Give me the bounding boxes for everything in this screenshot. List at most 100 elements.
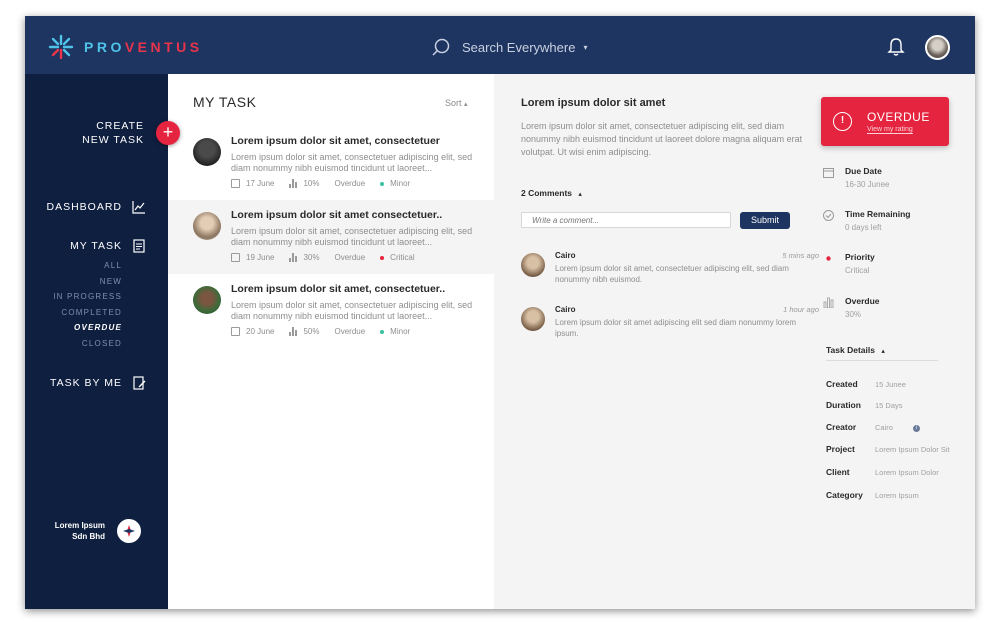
create-new-task-label[interactable]: CREATE NEW TASK [82, 119, 144, 147]
progress-icon [289, 253, 298, 262]
detail-key: Project [826, 444, 855, 454]
avatar [521, 307, 545, 331]
submit-button[interactable]: Submit [740, 212, 790, 229]
priority-value: Critical [845, 266, 870, 275]
sidebar-subitem-overdue[interactable]: OVERDUE [74, 323, 122, 332]
chevron-up-icon: ▴ [881, 348, 885, 355]
task-title: Lorem ipsum dolor sit amet consectetuer.… [231, 209, 443, 221]
priority-dot [380, 329, 385, 334]
detail-value: Lorem Ipsum Dolor [875, 468, 939, 477]
task-item[interactable]: Lorem ipsum dolor sit amet, consectetuer… [168, 126, 494, 200]
comments-count: 2 Comments [521, 188, 573, 198]
avatar [521, 253, 545, 277]
task-meta: 19 June 30% Overdue Critical [231, 253, 415, 262]
search-bar[interactable]: Search Everywhere ▾ [431, 37, 587, 57]
comments-toggle[interactable]: 2 Comments ▴ [521, 188, 582, 198]
sidebar-item-task-by-me[interactable]: TASK BY ME [50, 376, 146, 390]
task-title: Lorem ipsum dolor sit amet, consectetuer… [231, 283, 446, 295]
task-meta: 17 June 10% Overdue Minor [231, 179, 410, 188]
sidebar-subitem-new[interactable]: NEW [100, 277, 122, 286]
task-status: Overdue [334, 253, 366, 262]
top-bar: PROVENTUS Search Everywhere ▾ [25, 16, 975, 74]
overdue-value: 30% [845, 310, 862, 319]
comment-author: Cairo [555, 305, 576, 314]
sidebar-item-label: TASK BY ME [49, 377, 122, 389]
task-description: Lorem ipsum dolor sit amet, consectetuer… [231, 300, 473, 321]
view-rating-link[interactable]: View my rating [867, 126, 913, 134]
detail-key: Creator [826, 422, 857, 432]
task-status: Overdue [334, 327, 366, 336]
sidebar-item-my-task[interactable]: MY TASK [70, 239, 146, 253]
info-icon[interactable]: i [913, 425, 920, 432]
page-title: MY TASK [193, 94, 257, 110]
task-date: 20 June [246, 327, 275, 336]
detail-key: Client [826, 467, 850, 477]
avatar [193, 138, 221, 166]
create-task-button[interactable]: + [156, 121, 180, 145]
task-progress: 10% [303, 179, 320, 188]
overdue-label: Overdue [845, 296, 880, 306]
task-meta: 20 June 50% Overdue Minor [231, 327, 410, 336]
task-priority: Minor [390, 179, 411, 188]
priority-label: Priority [845, 252, 875, 262]
task-description: Lorem ipsum dolor sit amet, consectetuer… [231, 226, 473, 247]
chevron-up-icon: ▴ [464, 101, 468, 108]
company-line2: Sdn Bhd [72, 532, 105, 541]
task-details-toggle[interactable]: Task Details ▴ [826, 345, 885, 355]
task-status: Overdue [334, 179, 366, 188]
detail-title: Lorem ipsum dolor sit amet [521, 97, 666, 109]
avatar [193, 286, 221, 314]
priority-dot [380, 255, 385, 260]
sidebar-subitem-completed[interactable]: COMPLETED [61, 308, 122, 317]
chevron-down-icon[interactable]: ▾ [583, 43, 587, 52]
sort-button[interactable]: Sort ▴ [445, 98, 468, 108]
time-remaining-value: 0 days left [845, 223, 882, 232]
detail-key: Duration [826, 400, 861, 410]
comment-input[interactable] [521, 212, 731, 228]
sidebar-item-dashboard[interactable]: DASHBOARD [46, 200, 146, 214]
task-item[interactable]: Lorem ipsum dolor sit amet, consectetuer… [168, 274, 494, 348]
create-line1: CREATE [96, 120, 144, 132]
logo[interactable]: PROVENTUS [48, 34, 203, 60]
calendar-icon [823, 168, 834, 178]
priority-dot-icon [826, 256, 831, 261]
time-remaining-label: Time Remaining [845, 209, 911, 219]
comment-text: Lorem ipsum dolor sit amet adipiscing el… [555, 318, 796, 338]
status-label: OVERDUE [867, 110, 930, 124]
task-title: Lorem ipsum dolor sit amet, consectetuer [231, 135, 440, 147]
user-avatar[interactable] [925, 35, 950, 60]
sidebar-subitem-closed[interactable]: CLOSED [82, 339, 122, 348]
task-date: 17 June [246, 179, 275, 188]
company-name: Lorem Ipsum Sdn Bhd [43, 520, 105, 542]
task-detail-panel: Lorem ipsum dolor sit amet Lorem ipsum d… [494, 74, 975, 609]
due-date-label: Due Date [845, 166, 882, 176]
search-icon [432, 38, 450, 56]
sidebar-subitem-in-progress[interactable]: IN PROGRESS [53, 292, 122, 301]
task-progress: 30% [303, 253, 320, 262]
company-line1: Lorem Ipsum [54, 521, 105, 530]
task-progress: 50% [303, 327, 320, 336]
progress-icon [289, 179, 298, 188]
task-description: Lorem ipsum dolor sit amet, consectetuer… [231, 152, 473, 173]
logo-icon [48, 34, 74, 60]
overdue-status-card[interactable]: ! OVERDUE View my rating [821, 97, 949, 146]
task-item[interactable]: Lorem ipsum dolor sit amet consectetuer.… [168, 200, 494, 274]
company-logo[interactable] [117, 519, 141, 543]
divider [826, 360, 938, 361]
task-list-panel: MY TASK Sort ▴ Lorem ipsum dolor sit ame… [168, 74, 494, 609]
bell-icon[interactable] [887, 37, 905, 57]
sort-label: Sort [445, 98, 462, 108]
edit-document-icon [133, 376, 146, 390]
due-date-value: 16-30 Junee [845, 180, 890, 189]
task-priority: Critical [390, 253, 415, 262]
logo-text: PROVENTUS [84, 39, 203, 55]
bar-chart-icon [823, 297, 834, 308]
search-label: Search Everywhere [462, 39, 576, 55]
detail-key: Created [826, 379, 858, 389]
detail-value: Cairo [875, 423, 893, 432]
sidebar-subitem-all[interactable]: ALL [104, 261, 122, 270]
detail-key: Category [826, 490, 863, 500]
calendar-icon [231, 179, 240, 188]
app-window: PROVENTUS Search Everywhere ▾ CREATE NEW… [25, 16, 975, 609]
comment-time: 1 hour ago [783, 305, 819, 314]
